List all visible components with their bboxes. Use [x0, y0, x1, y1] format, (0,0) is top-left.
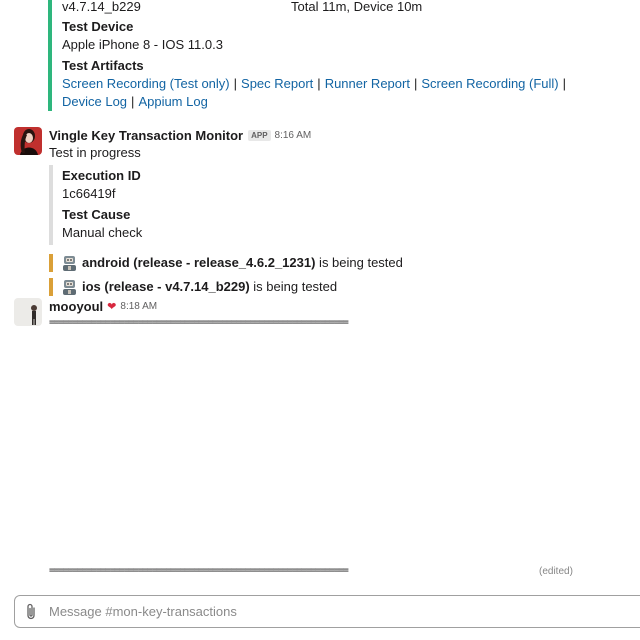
message-input[interactable] [49, 596, 609, 627]
test-device-label: Test Device [62, 19, 134, 34]
screen-recording-test-link[interactable]: Screen Recording (Test only) [62, 76, 230, 91]
device-log-link[interactable]: Device Log [62, 94, 127, 109]
test-status-suffix: is being tested [315, 255, 403, 270]
test-cause-label: Test Cause [62, 207, 131, 222]
message-text: ========================================… [49, 317, 349, 328]
total-duration-text: Total 11m, Device 10m [291, 0, 423, 14]
test-result-attachment: v4.7.14_b229 Total 11m, Device 10m Test … [48, 0, 608, 111]
paperclip-icon[interactable] [23, 603, 39, 621]
heart-icon: ❤ [107, 300, 117, 313]
user-sender-name[interactable]: mooyoul [49, 299, 103, 314]
message-text: ========================================… [49, 565, 349, 576]
screen-recording-full-link[interactable]: Screen Recording (Full) [421, 76, 558, 91]
artifact-links-row: Screen Recording (Test only) | Spec Report… [62, 75, 608, 93]
bot-sender-name[interactable]: Vingle Key Transaction Monitor [49, 128, 243, 143]
chat-window: v4.7.14_b229 Total 11m, Device 10m Test … [0, 0, 640, 640]
message-timestamp[interactable]: 8:18 AM [120, 301, 157, 312]
user-avatar[interactable] [14, 298, 42, 326]
message-timestamp[interactable]: 8:16 AM [275, 130, 312, 141]
execution-id-label: Execution ID [62, 168, 141, 183]
separator: | [562, 76, 567, 91]
robot-icon [63, 280, 76, 295]
test-platform: ios (release - v4.7.14_b229) [82, 279, 250, 294]
test-status-list: android (release - release_4.6.2_1231) i… [49, 254, 629, 296]
test-device-value: Apple iPhone 8 - IOS 11.0.3 [62, 37, 223, 52]
separator: | [317, 76, 321, 91]
execution-attachment: Execution ID 1c66419f Test Cause Manual … [49, 165, 629, 245]
test-cause-value: Manual check [62, 225, 143, 240]
runner-report-link[interactable]: Runner Report [325, 76, 410, 91]
test-artifacts-label: Test Artifacts [62, 58, 144, 73]
separator: | [413, 76, 418, 91]
app-badge: APP [248, 129, 271, 141]
bot-message: Vingle Key Transaction Monitor APP 8:16 … [14, 127, 634, 296]
message-text: Test in progress [49, 145, 141, 160]
robot-icon [63, 256, 76, 271]
test-status-row-ios: ios (release - v4.7.14_b229) is being te… [49, 278, 629, 296]
bot-avatar[interactable] [14, 127, 42, 155]
message-composer [14, 595, 640, 628]
edited-label: (edited) [539, 565, 573, 577]
separator: | [131, 94, 135, 109]
spec-report-link[interactable]: Spec Report [241, 76, 313, 91]
separator: | [233, 76, 238, 91]
user-message-continued: ========================================… [49, 565, 609, 577]
artifact-links-row-2: Device Log | Appium Log [62, 93, 608, 111]
test-status-suffix: is being tested [249, 279, 338, 294]
test-status-row-android: android (release - release_4.6.2_1231) i… [49, 254, 629, 272]
appium-log-link[interactable]: Appium Log [138, 94, 207, 109]
user-message: mooyoul ❤ 8:18 AM ======================… [14, 298, 634, 328]
execution-id-value: 1c66419f [62, 186, 116, 201]
test-platform: android (release - release_4.6.2_1231) [82, 255, 316, 270]
version-text: v4.7.14_b229 [62, 0, 141, 14]
